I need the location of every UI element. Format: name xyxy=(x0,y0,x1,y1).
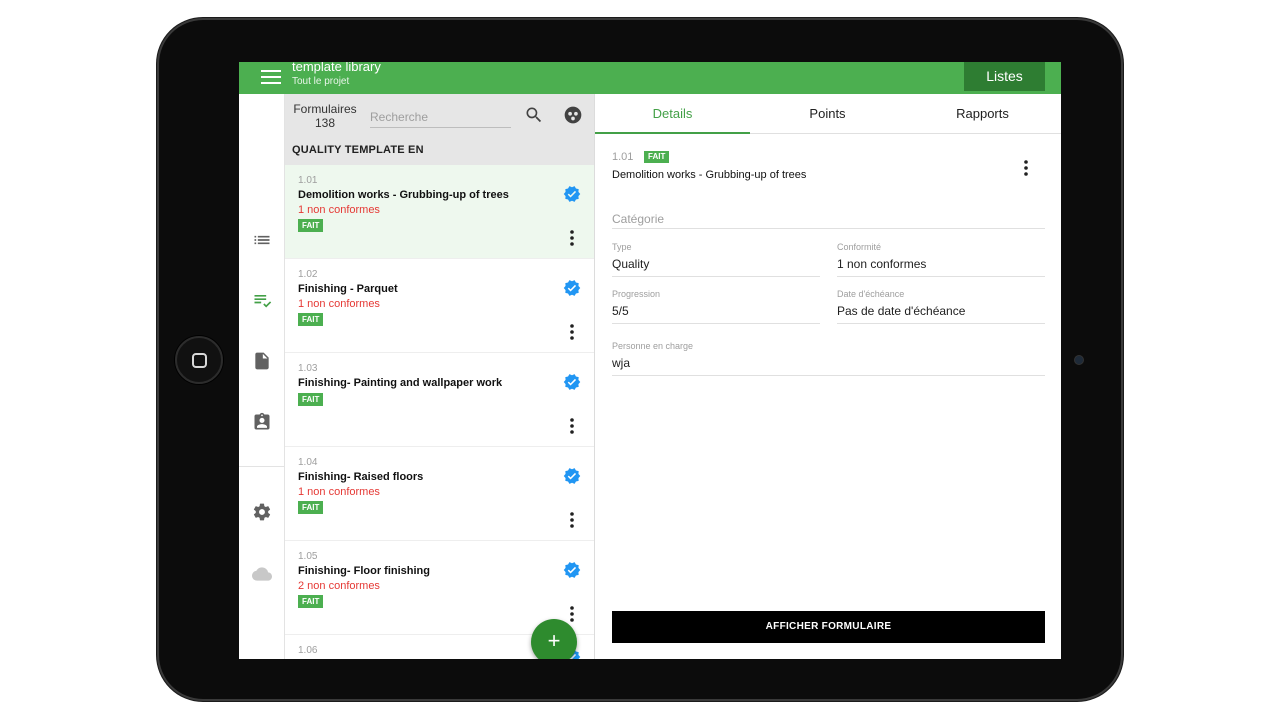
tab-details[interactable]: Details xyxy=(595,94,750,134)
status-badge: FAIT xyxy=(298,313,324,326)
verified-check-icon xyxy=(563,562,581,578)
item-nonconformity: 1 non conformes xyxy=(298,298,380,310)
detail-title: Demolition works - Grubbing-up of trees xyxy=(612,169,807,181)
item-number: 1.05 xyxy=(298,551,318,562)
item-number: 1.06 xyxy=(298,645,318,656)
list-item[interactable]: 1.04 Finishing- Raised floors 1 non conf… xyxy=(285,447,594,541)
item-number: 1.01 xyxy=(298,175,318,186)
search-input[interactable] xyxy=(370,106,511,128)
verified-check-icon xyxy=(563,186,581,202)
item-nonconformity: 1 non conformes xyxy=(298,486,380,498)
listes-button[interactable]: Listes xyxy=(964,62,1045,91)
progression-field: Progression 5/5 xyxy=(612,289,820,324)
more-options-icon[interactable] xyxy=(565,323,579,341)
filter-icon[interactable] xyxy=(563,105,583,125)
list-item[interactable]: 1.03 Finishing- Painting and wallpaper w… xyxy=(285,353,594,447)
add-form-button[interactable]: + xyxy=(531,619,577,659)
type-field: Type Quality xyxy=(612,242,820,277)
nav-rail xyxy=(239,94,285,659)
more-options-icon[interactable] xyxy=(565,511,579,529)
list-icon[interactable] xyxy=(252,230,272,250)
item-number: 1.03 xyxy=(298,363,318,374)
item-title: Finishing- Painting and wallpaper work xyxy=(298,377,503,389)
home-button[interactable] xyxy=(175,336,223,384)
app-screen: template library Tout le projet Listes F… xyxy=(239,62,1061,659)
hamburger-menu-icon[interactable] xyxy=(261,69,281,85)
settings-icon[interactable] xyxy=(252,502,272,522)
more-options-icon[interactable] xyxy=(565,605,579,623)
item-title: Finishing- Floor finishing xyxy=(298,565,430,577)
progression-label: Progression xyxy=(612,289,661,299)
item-nonconformity: 1 non conformes xyxy=(298,204,380,216)
categorie-label: Catégorie xyxy=(612,212,665,226)
detail-panel: Details Points Rapports 1.01 FAIT Demoli… xyxy=(595,94,1061,659)
item-number: 1.02 xyxy=(298,269,318,280)
type-value: Quality xyxy=(612,257,820,277)
detail-number: 1.01 xyxy=(612,151,634,163)
status-badge: FAIT xyxy=(298,501,324,514)
personne-field: Personne en charge wja xyxy=(612,341,1045,376)
afficher-formulaire-button[interactable]: AFFICHER FORMULAIRE xyxy=(612,611,1045,643)
more-options-icon[interactable] xyxy=(565,229,579,247)
more-options-icon[interactable] xyxy=(1019,159,1033,177)
conformite-field: Conformité 1 non conformes xyxy=(837,242,1045,277)
echeance-label: Date d'échéance xyxy=(837,289,905,299)
tab-rapports[interactable]: Rapports xyxy=(905,94,1060,134)
rail-divider xyxy=(239,466,285,467)
categorie-divider xyxy=(612,228,1045,229)
document-icon[interactable] xyxy=(252,351,272,371)
echeance-field: Date d'échéance Pas de date d'échéance xyxy=(837,289,1045,324)
tab-points[interactable]: Points xyxy=(750,94,905,134)
search-icon[interactable] xyxy=(524,105,544,125)
detail-status-badge: FAIT xyxy=(644,151,670,163)
app-title: template library xyxy=(292,62,381,74)
status-badge: FAIT xyxy=(298,393,324,406)
app-subtitle: Tout le projet xyxy=(292,76,350,87)
list-header: Formulaires 138 QUALITY TEMPLATE EN xyxy=(285,94,594,165)
forms-list: 1.01 Demolition works - Grubbing-up of t… xyxy=(285,165,594,659)
verified-check-icon xyxy=(563,280,581,296)
echeance-value: Pas de date d'échéance xyxy=(837,304,1045,324)
home-button-icon xyxy=(192,353,207,368)
item-nonconformity: 2 non conformes xyxy=(298,580,380,592)
forms-count: 138 xyxy=(314,116,336,130)
checklist-icon[interactable] xyxy=(252,290,272,310)
personne-label: Personne en charge xyxy=(612,341,694,351)
conformite-label: Conformité xyxy=(837,242,882,252)
item-number: 1.04 xyxy=(298,457,318,468)
section-title: QUALITY TEMPLATE EN xyxy=(292,144,424,156)
clipboard-icon[interactable] xyxy=(252,412,272,432)
type-label: Type xyxy=(612,242,632,252)
item-title: Finishing- Raised floors xyxy=(298,471,424,483)
front-camera xyxy=(1074,355,1084,365)
item-title: Demolition works - Grubbing-up of trees xyxy=(298,189,509,201)
conformite-value: 1 non conformes xyxy=(837,257,1045,277)
personne-value: wja xyxy=(612,356,1045,376)
forms-label: Formulaires xyxy=(293,102,357,116)
list-item[interactable]: 1.01 Demolition works - Grubbing-up of t… xyxy=(285,165,594,259)
forms-list-panel: Formulaires 138 QUALITY TEMPLATE EN 1.01… xyxy=(285,94,595,659)
item-title: Finishing - Parquet xyxy=(298,283,398,295)
verified-check-icon xyxy=(563,374,581,390)
more-options-icon[interactable] xyxy=(565,417,579,435)
list-item[interactable]: 1.02 Finishing - Parquet 1 non conformes… xyxy=(285,259,594,353)
detail-tabs: Details Points Rapports xyxy=(595,94,1061,134)
app-bar: template library Tout le projet Listes xyxy=(239,62,1061,94)
status-badge: FAIT xyxy=(298,595,324,608)
progression-value: 5/5 xyxy=(612,304,820,324)
cloud-icon[interactable] xyxy=(252,564,272,584)
status-badge: FAIT xyxy=(298,219,324,232)
verified-check-icon xyxy=(563,468,581,484)
